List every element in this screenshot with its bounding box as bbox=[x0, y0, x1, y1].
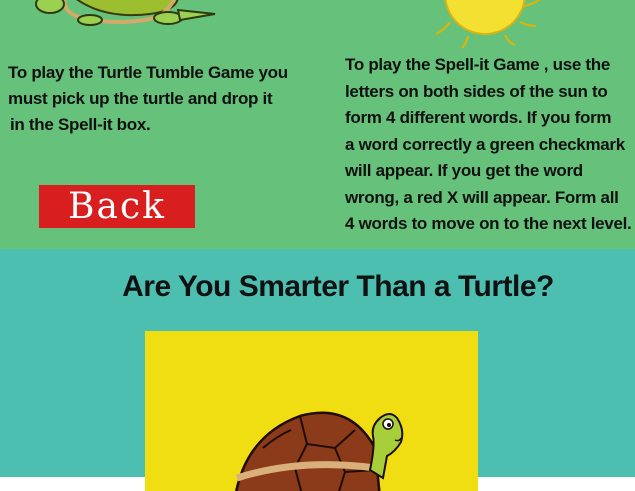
instruction-line: will appear. If you get the word bbox=[345, 161, 583, 180]
turtle-top-icon bbox=[35, 0, 216, 26]
back-button[interactable]: Back bbox=[39, 185, 195, 228]
sun-icon bbox=[435, 0, 541, 49]
page-title: Are You Smarter Than a Turtle? bbox=[122, 270, 554, 303]
instruction-line: 4 words to move on to the next level. bbox=[345, 214, 632, 233]
spell-it-instructions: To play the Spell-it Game , use the lett… bbox=[345, 52, 635, 238]
instruction-line: must pick up the turtle and drop it bbox=[8, 89, 273, 108]
instruction-line: wrong, a red X will appear. Form all bbox=[345, 187, 619, 207]
instruction-line: form 4 different words. If you form bbox=[345, 108, 612, 127]
turtle-tumble-instructions: To play the Turtle Tumble Game you must … bbox=[8, 60, 308, 138]
instruction-line: To play the Turtle Tumble Game you bbox=[8, 63, 288, 82]
instruction-line: in the Spell-it box. bbox=[10, 115, 151, 134]
instruction-line: a word correctly a green checkmark bbox=[345, 134, 625, 154]
instruction-line: letters on both sides of the sun to bbox=[345, 81, 608, 101]
instruction-line: To play the Spell-it Game , use the bbox=[345, 55, 611, 74]
turtle-icon[interactable] bbox=[225, 408, 425, 491]
